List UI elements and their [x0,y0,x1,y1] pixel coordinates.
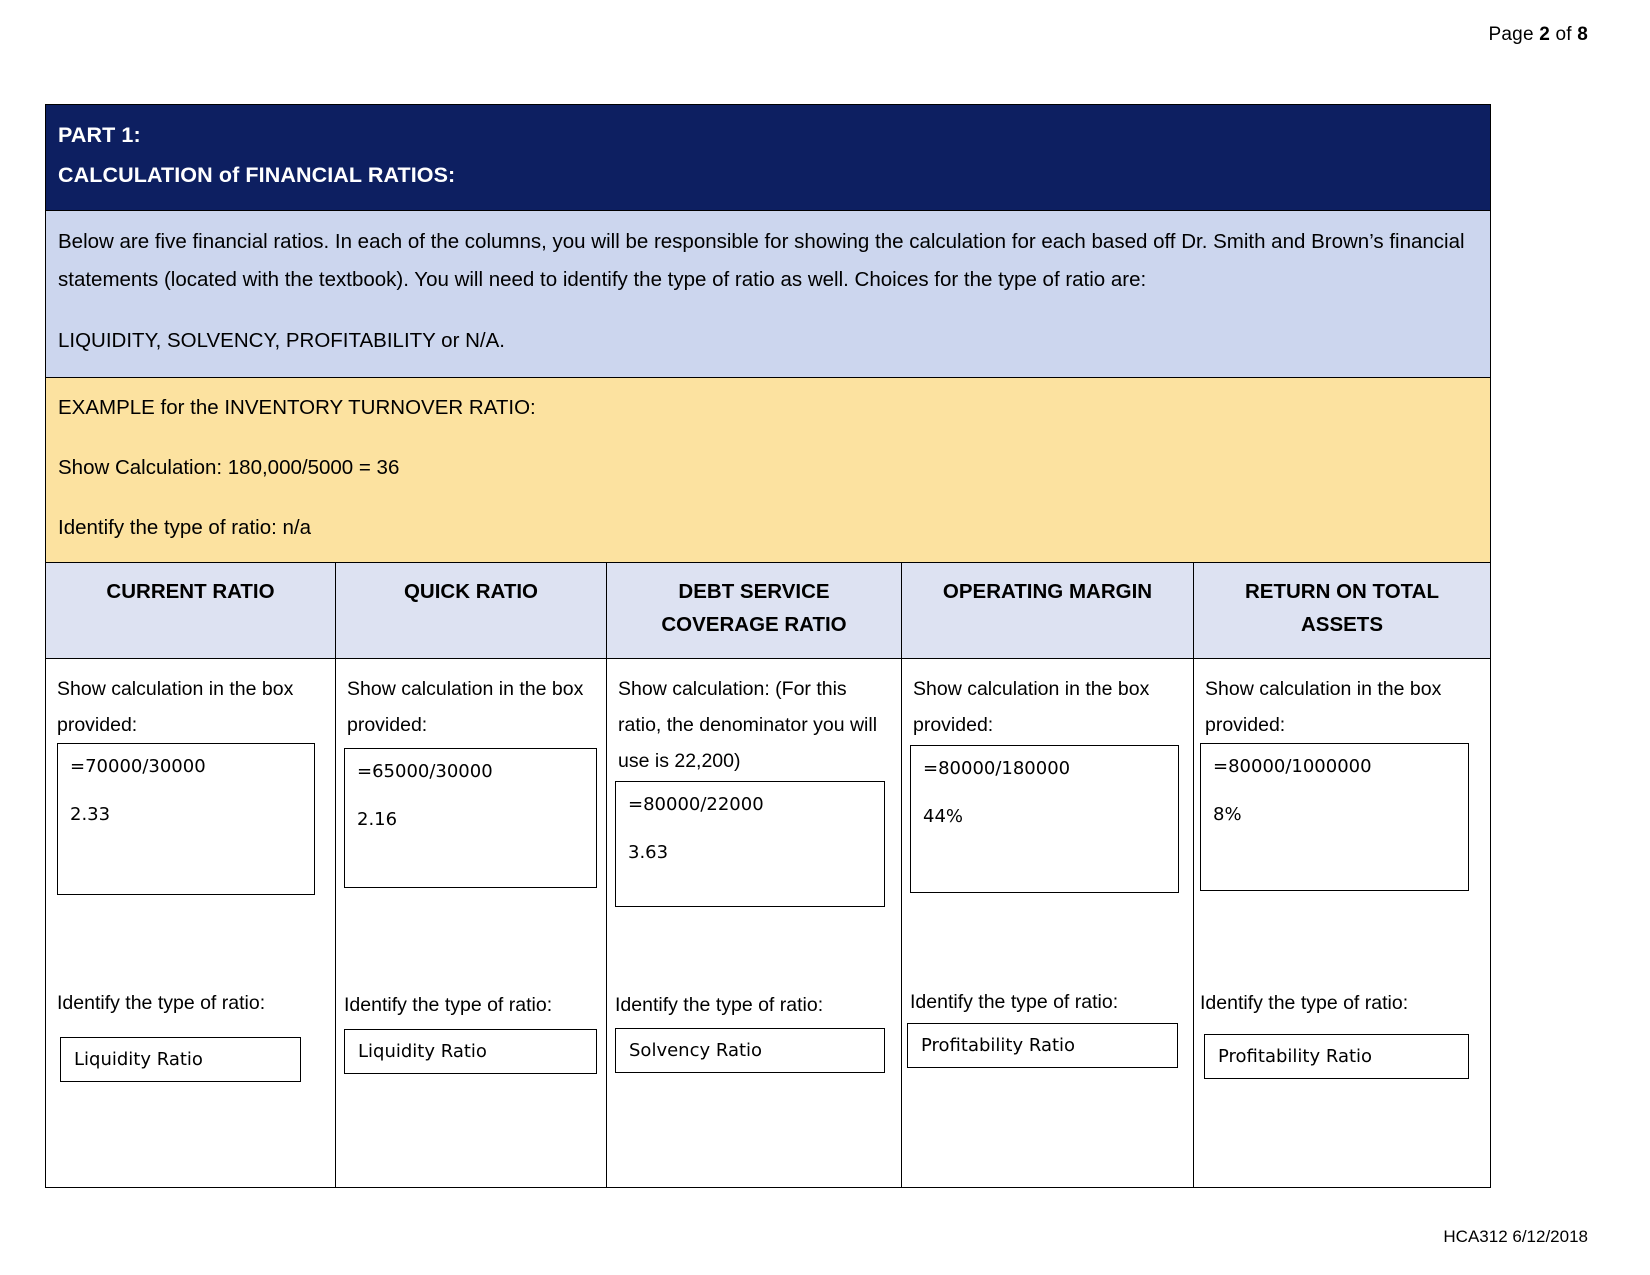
part-subtitle: CALCULATION of FINANCIAL RATIOS: [58,162,456,187]
calculation-prompt: Show calculation: (For this ratio, the d… [618,677,878,772]
calculation-answer-box[interactable]: =80000/22000 3.63 [615,780,885,907]
example-band: EXAMPLE for the INVENTORY TURNOVER RATIO… [46,378,1490,563]
column-header-current-ratio: CURRENT RATIO [46,562,335,659]
page-header-current: 2 [1539,24,1550,45]
ratio-column-quick-ratio: QUICK RATIO Show calculation in the box … [336,562,607,1187]
example-calculation: Show Calculation: 180,000/5000 = 36 [58,456,400,480]
identify-ratio-label: Identify the type of ratio: [615,993,824,1016]
page-header-of: of [1555,24,1572,45]
ratio-type-value: Profitability Ratio [1218,1045,1373,1067]
ratio-columns: CURRENT RATIO Show calculation in the bo… [46,562,1490,1187]
column-header-line1: QUICK RATIO [403,579,538,603]
column-header-line1: DEBT SERVICE [678,579,830,603]
column-header-line1: CURRENT RATIO [106,579,275,603]
column-header-line2: ASSETS [1300,613,1384,637]
calc-formula: =70000/30000 [70,755,206,777]
ratio-column-debt-service-coverage-ratio: DEBT SERVICE COVERAGE RATIO Show calcula… [607,562,902,1187]
example-heading: EXAMPLE for the INVENTORY TURNOVER RATIO… [58,396,536,420]
part-label: PART 1: [58,123,141,147]
instructions-band: Below are five financial ratios. In each… [46,210,1490,379]
ratio-type-value: Liquidity Ratio [358,1040,487,1062]
column-header-line1: OPERATING MARGIN [942,579,1153,603]
ratio-type-answer-box[interactable]: Solvency Ratio [615,1027,885,1074]
calc-result: 2.33 [70,803,111,825]
identify-ratio-label: Identify the type of ratio: [57,991,266,1014]
calculation-prompt: Show calculation in the box provided: [57,677,294,736]
example-ratio-type: Identify the type of ratio: n/a [58,515,311,539]
page-number-header: Page 2 of 8 [1489,24,1588,46]
calc-formula: =80000/1000000 [1213,755,1372,777]
calc-formula: =80000/180000 [923,757,1071,779]
calc-result: 3.63 [628,841,669,863]
calc-formula: =65000/30000 [357,760,493,782]
calculation-prompt: Show calculation in the box provided: [347,677,584,736]
page-header-prefix: Page [1488,24,1534,45]
ratio-type-answer-box[interactable]: Liquidity Ratio [344,1028,597,1075]
calculation-prompt: Show calculation in the box provided: [913,677,1150,736]
ratio-type-value: Liquidity Ratio [74,1048,203,1070]
ratio-type-value: Solvency Ratio [629,1039,763,1061]
identify-ratio-label: Identify the type of ratio: [910,990,1119,1013]
financial-ratios-worksheet: PART 1: CALCULATION of FINANCIAL RATIOS:… [45,104,1491,1188]
column-body-return-on-total-assets: Show calculation in the box provided: =8… [1194,659,1490,1187]
calc-result: 8% [1213,803,1242,825]
ratio-type-answer-box[interactable]: Profitability Ratio [1204,1033,1469,1080]
ratio-type-choices: LIQUIDITY, SOLVENCY, PROFITABILITY or N/… [58,329,505,353]
ratio-column-operating-margin: OPERATING MARGIN Show calculation in the… [902,562,1194,1187]
column-body-operating-margin: Show calculation in the box provided: =8… [902,659,1193,1187]
identify-ratio-label: Identify the type of ratio: [344,993,553,1016]
calculation-answer-box[interactable]: =80000/180000 44% [910,744,1179,893]
calculation-answer-box[interactable]: =80000/1000000 8% [1200,742,1469,891]
column-header-debt-service-coverage-ratio: DEBT SERVICE COVERAGE RATIO [607,562,901,659]
ratio-column-return-on-total-assets: RETURN ON TOTAL ASSETS Show calculation … [1194,562,1490,1187]
identify-ratio-label: Identify the type of ratio: [1200,991,1409,1014]
column-body-current-ratio: Show calculation in the box provided: =7… [46,659,335,1187]
calc-formula: =80000/22000 [628,793,764,815]
calculation-answer-box[interactable]: =65000/30000 2.16 [344,747,597,888]
page-header-total: 8 [1577,24,1588,45]
part-title-band: PART 1: CALCULATION of FINANCIAL RATIOS: [46,105,1490,211]
calc-result: 44% [923,805,964,827]
column-body-quick-ratio: Show calculation in the box provided: =6… [336,659,606,1187]
document-footer: HCA312 6/12/2018 [1443,1227,1588,1246]
column-header-operating-margin: OPERATING MARGIN [902,562,1193,659]
column-header-quick-ratio: QUICK RATIO [336,562,606,659]
column-header-line2: COVERAGE RATIO [661,613,847,637]
ratio-column-current-ratio: CURRENT RATIO Show calculation in the bo… [46,562,336,1187]
ratio-type-answer-box[interactable]: Profitability Ratio [907,1022,1178,1069]
column-header-line1: RETURN ON TOTAL [1245,579,1439,603]
calculation-answer-box[interactable]: =70000/30000 2.33 [57,742,315,895]
column-body-debt-service-coverage-ratio: Show calculation: (For this ratio, the d… [607,659,901,1187]
ratio-type-value: Profitability Ratio [921,1034,1076,1056]
calc-result: 2.16 [357,808,398,830]
column-header-return-on-total-assets: RETURN ON TOTAL ASSETS [1194,562,1490,659]
calculation-prompt: Show calculation in the box provided: [1205,677,1442,736]
instructions-paragraph: Below are five financial ratios. In each… [58,229,1465,292]
ratio-type-answer-box[interactable]: Liquidity Ratio [60,1036,301,1083]
